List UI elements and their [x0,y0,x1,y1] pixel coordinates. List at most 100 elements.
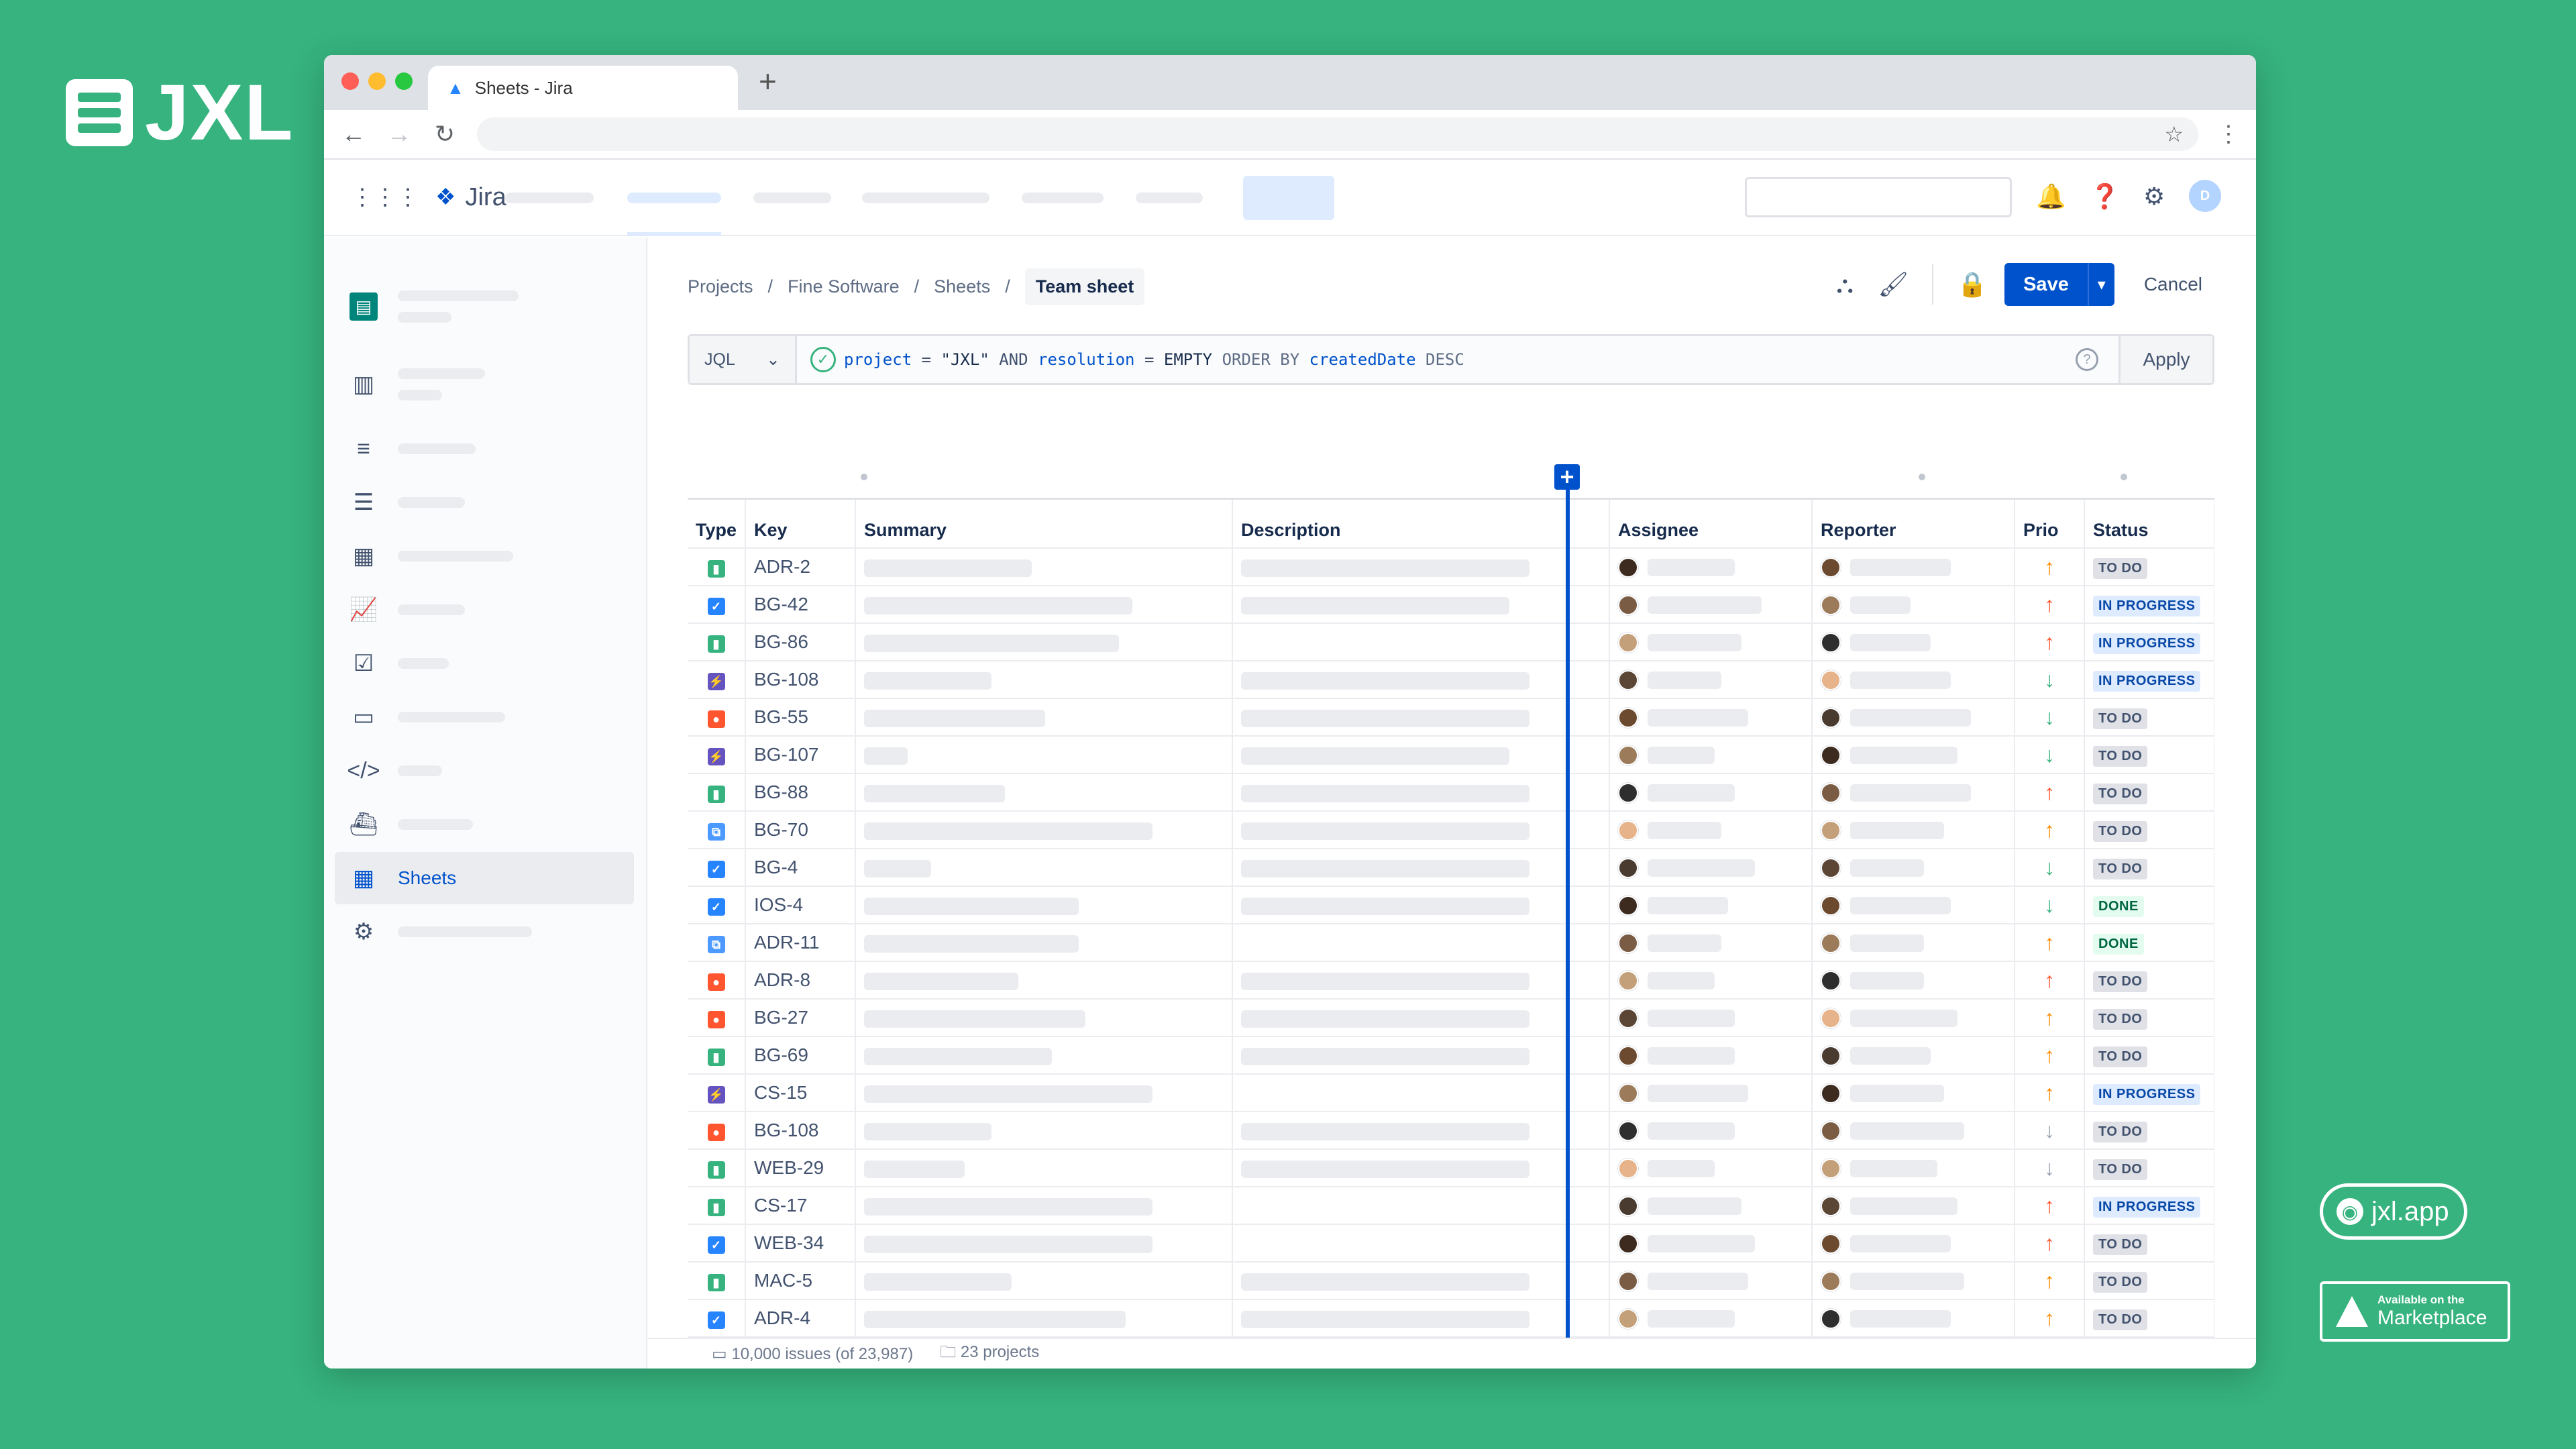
description-cell[interactable] [1232,773,1610,812]
assignee-cell[interactable] [1609,961,1813,1000]
sidebar-item-sheets[interactable]: ▦ Sheets [335,852,634,904]
settings-icon[interactable]: ⚙ [2143,182,2165,211]
breadcrumb-fine-software[interactable]: Fine Software [788,276,900,297]
description-cell[interactable] [1232,1187,1610,1225]
table-row[interactable]: ✓ IOS-4 ↓ DONE [688,886,2214,924]
reporter-cell[interactable] [1812,548,2015,586]
key-cell[interactable]: ADR-8 [745,961,856,1000]
key-cell[interactable]: IOS-4 [745,886,856,924]
type-cell[interactable]: ⚡ [688,736,746,774]
status-cell[interactable]: DONE [2084,924,2214,962]
table-row[interactable]: ● BG-108 ↓ TO DO [688,1112,2214,1150]
assignee-cell[interactable] [1609,1262,1813,1300]
key-cell[interactable]: BG-42 [745,586,856,624]
type-cell[interactable]: ⧉ [688,811,746,849]
type-cell[interactable]: ⚡ [688,661,746,699]
summary-cell[interactable] [855,586,1233,624]
sidebar-project-header[interactable]: ▤ [335,280,634,333]
type-cell[interactable]: ▮ [688,773,746,812]
type-cell[interactable]: ▮ [688,548,746,586]
assignee-cell[interactable] [1609,773,1813,812]
reporter-cell[interactable] [1812,961,2015,1000]
assignee-cell[interactable] [1609,698,1813,737]
reporter-cell[interactable] [1812,736,2015,774]
key-cell[interactable]: BG-70 [745,811,856,849]
sidebar-item-board[interactable]: ▦ [335,530,634,582]
status-badge[interactable]: TO DO [2093,858,2148,879]
format-painter-icon[interactable]: 🖌 [1877,270,1909,299]
priority-cell[interactable]: ↓ [2015,849,2085,887]
priority-cell[interactable]: ↓ [2015,698,2085,737]
reporter-cell[interactable] [1812,999,2015,1037]
assignee-cell[interactable] [1609,1299,1813,1338]
assignee-cell[interactable] [1609,886,1813,924]
search-input[interactable] [1745,177,2012,217]
table-row[interactable]: ✓ BG-4 ↓ TO DO [688,849,2214,887]
description-cell[interactable] [1232,1224,1610,1263]
assignee-cell[interactable] [1609,1036,1813,1075]
type-cell[interactable]: ✓ [688,849,746,887]
page-title[interactable]: Team sheet [1024,268,1145,305]
type-cell[interactable]: ⚡ [688,1074,746,1112]
table-row[interactable]: ▮ BG-86 ↑ IN PROGRESS [688,623,2214,661]
maximize-window-button[interactable] [395,72,413,90]
nav-item-placeholder[interactable] [505,193,594,203]
column-insert-point[interactable] [1919,474,1925,480]
table-row[interactable]: ⧉ ADR-11 ↑ DONE [688,924,2214,962]
sidebar-item-backlog[interactable]: ▥ [335,358,634,411]
priority-cell[interactable]: ↑ [2015,1187,2085,1225]
assignee-cell[interactable] [1609,1187,1813,1225]
cancel-button[interactable]: Cancel [2131,274,2216,295]
table-row[interactable]: ▮ ADR-2 ↑ TO DO [688,548,2214,586]
table-row[interactable]: ✓ BG-42 ↑ IN PROGRESS [688,586,2214,624]
description-cell[interactable] [1232,1036,1610,1075]
reporter-cell[interactable] [1812,623,2015,661]
summary-cell[interactable] [855,1112,1233,1150]
status-badge[interactable]: IN PROGRESS [2093,1083,2201,1105]
column-header-prio[interactable]: Prio [2015,500,2085,549]
table-row[interactable]: ▮ CS-17 ↑ IN PROGRESS [688,1187,2214,1225]
type-cell[interactable]: ▮ [688,623,746,661]
reporter-cell[interactable] [1812,1299,2015,1338]
table-row[interactable]: ▮ BG-88 ↑ TO DO [688,773,2214,812]
description-cell[interactable] [1232,1262,1610,1300]
description-cell[interactable] [1232,811,1610,849]
profile-avatar[interactable]: D [2189,180,2221,212]
priority-cell[interactable]: ↓ [2015,886,2085,924]
table-row[interactable]: ● ADR-8 ↑ TO DO [688,961,2214,1000]
jql-query-input[interactable]: ✓ project = "JXL" AND resolution = EMPTY… [797,347,2076,372]
status-badge[interactable]: TO DO [2093,557,2148,579]
jxl-app-badge[interactable]: ◉ jxl.app [2320,1183,2467,1240]
key-cell[interactable]: BG-86 [745,623,856,661]
reporter-cell[interactable] [1812,924,2015,962]
table-row[interactable]: ⚡ BG-107 ↓ TO DO [688,736,2214,774]
key-cell[interactable]: BG-108 [745,1112,856,1150]
priority-cell[interactable]: ↑ [2015,1224,2085,1263]
reporter-cell[interactable] [1812,1262,2015,1300]
key-cell[interactable]: ADR-4 [745,1299,856,1338]
reporter-cell[interactable] [1812,1187,2015,1225]
description-cell[interactable] [1232,999,1610,1037]
summary-cell[interactable] [855,1074,1233,1112]
type-cell[interactable]: ▮ [688,1149,746,1187]
status-cell[interactable]: TO DO [2084,849,2214,887]
assignee-cell[interactable] [1609,1074,1813,1112]
status-cell[interactable]: TO DO [2084,1224,2214,1263]
assignee-cell[interactable] [1609,999,1813,1037]
reporter-cell[interactable] [1812,1074,2015,1112]
create-button-placeholder[interactable] [1243,176,1334,220]
sidebar-item-project-settings[interactable]: ⚙ [335,906,634,958]
new-tab-button[interactable]: + [759,64,777,98]
status-badge[interactable]: TO DO [2093,1046,2148,1067]
assignee-cell[interactable] [1609,623,1813,661]
status-cell[interactable]: DONE [2084,886,2214,924]
key-cell[interactable]: BG-107 [745,736,856,774]
status-cell[interactable]: TO DO [2084,698,2214,737]
priority-cell[interactable]: ↑ [2015,961,2085,1000]
type-cell[interactable]: ● [688,961,746,1000]
reporter-cell[interactable] [1812,773,2015,812]
summary-cell[interactable] [855,1149,1233,1187]
description-cell[interactable] [1232,698,1610,737]
priority-cell[interactable]: ↓ [2015,1149,2085,1187]
assignee-cell[interactable] [1609,661,1813,699]
